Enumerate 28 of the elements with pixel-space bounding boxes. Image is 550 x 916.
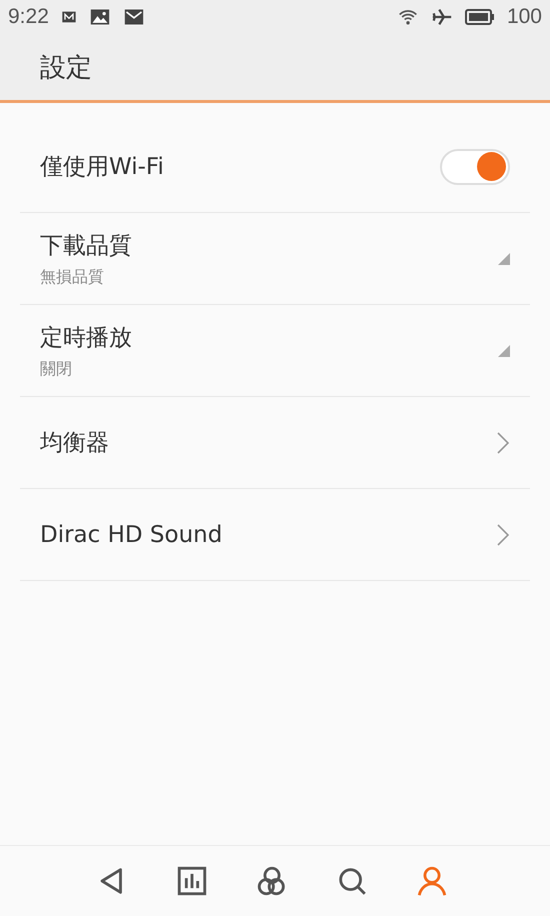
wifi-icon xyxy=(396,7,419,27)
setting-row[interactable]: 僅使用Wi-Fi xyxy=(20,121,530,213)
airplane-icon xyxy=(430,6,453,28)
setting-row[interactable]: 定時播放 關閉 xyxy=(20,305,530,397)
setting-row[interactable]: 均衡器 xyxy=(20,397,530,489)
status-time: 9:22 xyxy=(8,5,49,29)
setting-row[interactable]: Dirac HD Sound xyxy=(20,489,530,581)
setting-label: 均衡器 xyxy=(40,429,110,458)
setting-label: 下載品質 xyxy=(40,232,133,260)
setting-label: 定時播放 xyxy=(40,324,133,352)
dropdown-corner-icon xyxy=(498,252,510,264)
toggle-switch[interactable] xyxy=(440,148,510,184)
chevron-right-icon xyxy=(496,522,510,546)
setting-row[interactable]: 下載品質 無損品質 xyxy=(20,213,530,305)
image-icon xyxy=(88,7,111,27)
chevron-right-icon xyxy=(496,430,510,454)
battery-icon xyxy=(464,8,495,26)
setting-label: Dirac HD Sound xyxy=(40,522,224,548)
dropdown-corner-icon xyxy=(498,344,510,356)
bar-chart-icon xyxy=(175,864,209,898)
page-title: 設定 xyxy=(40,52,92,84)
setting-value: 無損品質 xyxy=(40,266,105,288)
setting-label: 僅使用Wi-Fi xyxy=(40,153,165,182)
mail-icon xyxy=(60,9,77,25)
person-icon xyxy=(415,864,449,898)
setting-value: 關閉 xyxy=(40,358,73,380)
battery-level: 100 xyxy=(506,5,542,29)
envelope-icon xyxy=(122,7,145,27)
